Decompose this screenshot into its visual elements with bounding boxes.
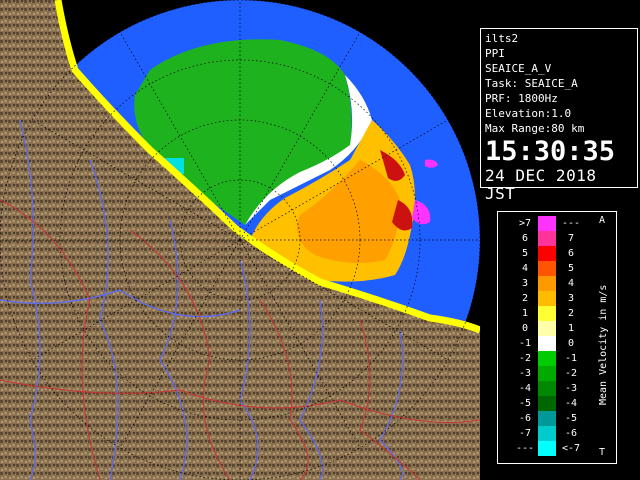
legend-upper-bound: 5 [567,263,575,274]
velocity-legend: >7 --- 6 7 5 6 4 5 3 4 2 3 1 2 0 1 -1 0 -2 -1 -3 -2 -4 -3 -5 -4 -6… [497,211,617,464]
legend-upper-bound: 0 [567,338,575,349]
legend-lower-bound: 2 [521,293,529,304]
legend-lower-bound: 5 [521,248,529,259]
legend-color-swatch [538,396,556,411]
legend-upper-bound: -2 [564,368,578,379]
legend-color-swatch [538,261,556,276]
legend-upper-bound: -5 [564,413,578,424]
info-radar-name: ilts2 [485,32,519,45]
legend-color-swatch [538,276,556,291]
info-task: Task: SEAICE_A [485,77,578,90]
legend-color-swatch [538,351,556,366]
legend-lower-bound: -6 [518,413,532,424]
legend-color-swatch [538,381,556,396]
legend-upper-bound: 3 [567,293,575,304]
info-elevation: Elevation:1.0 [485,107,572,120]
legend-color-swatch [538,246,556,261]
legend-lower-bound: -5 [518,398,532,409]
legend-color-swatch [538,231,556,246]
legend-bottom-marker: T [599,447,606,458]
info-prf: PRF: 1800Hz [485,92,558,105]
legend-title: Mean Velocity in m/s [598,284,609,405]
legend-upper-bound: <-7 [561,443,581,454]
legend-upper-bound: --- [561,218,581,229]
legend-upper-bound: -6 [564,428,578,439]
info-panel: ilts2 PPI SEAICE_A_V Task: SEAICE_A PRF:… [480,28,638,203]
legend-top-marker: A [599,215,606,226]
legend-lower-bound: 6 [521,233,529,244]
legend-lower-bound: 0 [521,323,529,334]
clock-date: 24 DEC 2018 JST [485,166,597,203]
legend-color-swatch [538,336,556,351]
info-scan-type: PPI [485,47,505,60]
legend-lower-bound: --- [515,443,535,454]
legend-upper-bound: 1 [567,323,575,334]
legend-lower-bound: 3 [521,278,529,289]
clock-time: 15:30:35 [485,136,616,167]
legend-upper-bound: -4 [564,398,578,409]
info-product: SEAICE_A_V [485,62,552,75]
legend-color-swatch [538,441,556,456]
legend-lower-bound: -4 [518,383,532,394]
legend-upper-bound: -1 [564,353,578,364]
legend-color-swatch [538,216,556,231]
legend-lower-bound: 1 [521,308,529,319]
legend-lower-bound: -2 [518,353,532,364]
legend-upper-bound: 4 [567,278,575,289]
legend-lower-bound: >7 [518,218,532,229]
legend-lower-bound: -1 [518,338,532,349]
legend-upper-bound: -3 [564,383,578,394]
legend-upper-bound: 2 [567,308,575,319]
legend-color-swatch [538,411,556,426]
legend-color-swatch [538,321,556,336]
legend-title-column: A Mean Velocity in m/s T [598,215,612,461]
info-max-range: Max Range:80 km [485,122,585,135]
legend-lower-bound: -7 [518,428,532,439]
legend-upper-bound: 7 [567,233,575,244]
radar-ppi-display [0,0,480,480]
legend-color-swatch [538,291,556,306]
legend-color-swatch [538,366,556,381]
legend-lower-bound: -3 [518,368,532,379]
legend-color-swatch [538,306,556,321]
legend-color-swatch [538,426,556,441]
legend-lower-bound: 4 [521,263,529,274]
legend-upper-bound: 6 [567,248,575,259]
